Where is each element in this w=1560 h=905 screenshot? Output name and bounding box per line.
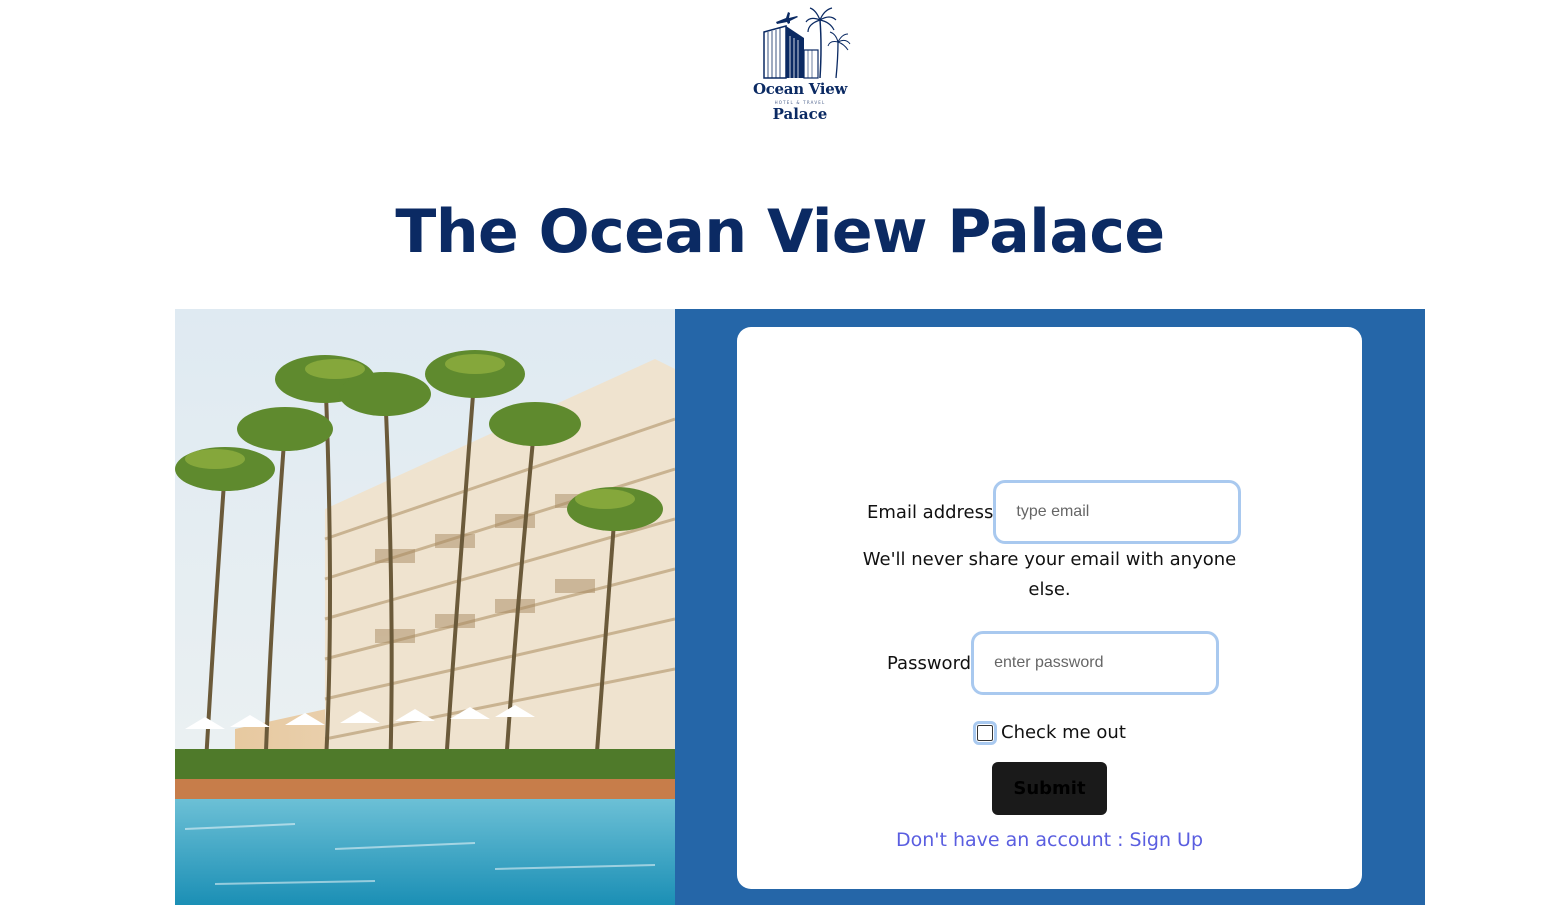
login-page: Ocean View HOTEL & TRAVEL Palace The Oce… (0, 0, 1560, 905)
brand-logo: Ocean View HOTEL & TRAVEL Palace (746, 6, 854, 124)
logo-text-line1: Ocean View (752, 80, 848, 98)
check-me-out-row[interactable]: Check me out (973, 720, 1126, 745)
logo-text-line2: Palace (772, 105, 828, 123)
signup-link[interactable]: Don't have an account : Sign Up (737, 829, 1362, 851)
submit-button[interactable]: Submit (992, 762, 1107, 815)
page-title: The Ocean View Palace (395, 197, 1165, 267)
email-help-text: We'll never share your email with anyone… (862, 549, 1237, 600)
login-card: Email address We'll never share your ema… (737, 327, 1362, 889)
password-field[interactable] (971, 631, 1220, 695)
email-field[interactable] (993, 480, 1242, 544)
password-label: Password (887, 652, 972, 674)
email-label: Email address (867, 501, 994, 523)
hotel-palm-plane-icon (763, 7, 851, 79)
hotel-photo (175, 309, 675, 905)
password-row: Password (887, 631, 1220, 695)
check-me-out-label[interactable]: Check me out (1001, 722, 1126, 743)
check-me-out-checkbox[interactable] (973, 720, 997, 745)
login-panel: Email address We'll never share your ema… (675, 309, 1425, 905)
email-row: Email address (867, 480, 1242, 544)
